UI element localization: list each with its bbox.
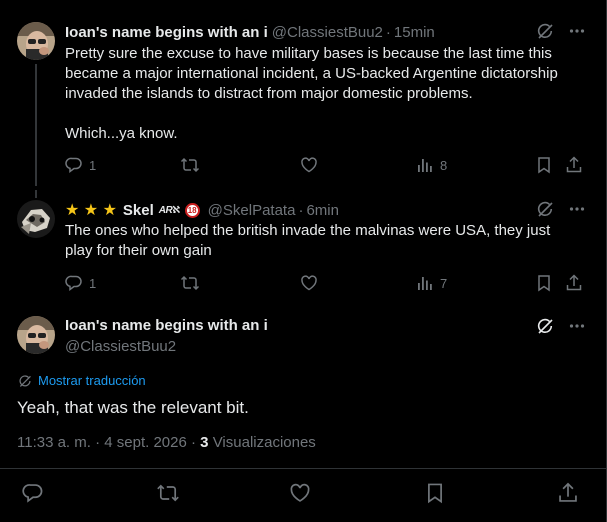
separator: · <box>385 23 391 41</box>
tweet-text-line: Which...ya know. <box>65 125 178 142</box>
conversation-thread: Ioan's name begins with an i @ClassiestB… <box>0 0 607 522</box>
main-tweet-header: Ioan's name begins with an i @ClassiestB… <box>65 316 268 357</box>
reply-tweet-1[interactable]: Ioan's name begins with an i @ClassiestB… <box>0 0 606 190</box>
tweet-top-icons <box>536 22 586 40</box>
bookmark-button[interactable] <box>535 274 553 292</box>
tweet-text-line: The ones who helped the british invade t… <box>65 222 551 239</box>
views-button[interactable]: 7 <box>416 274 447 292</box>
grok-icon[interactable] <box>536 200 554 218</box>
share-button[interactable] <box>565 156 583 174</box>
display-name[interactable]: Ioan's name begins with an i <box>65 24 268 41</box>
like-button[interactable] <box>300 156 318 174</box>
share-icon <box>565 156 583 174</box>
view-count: 8 <box>440 157 448 173</box>
tweet-text: The ones who helped the british invade t… <box>65 221 585 261</box>
share-icon[interactable] <box>557 482 579 504</box>
tweet-actions: 1 8 <box>65 156 585 176</box>
translate-label: Mostrar traducción <box>38 373 146 388</box>
reply-button[interactable]: 1 <box>65 156 96 174</box>
share-button[interactable] <box>565 274 583 292</box>
repost-button[interactable] <box>180 156 200 174</box>
translate-link[interactable]: Mostrar traducción <box>18 373 146 388</box>
like-icon <box>300 274 318 292</box>
reply-icon <box>65 274 83 292</box>
views-label: Visualizaciones <box>212 434 316 451</box>
main-tweet-text: Yeah, that was the relevant bit. <box>17 398 249 417</box>
display-name[interactable]: Skel <box>123 202 154 219</box>
separator: · <box>298 201 304 219</box>
tweet-top-icons <box>536 317 586 335</box>
bookmark-icon <box>535 156 553 174</box>
user-handle[interactable]: @SkelPatata <box>208 202 296 219</box>
avatar[interactable] <box>17 22 55 60</box>
more-icon[interactable] <box>568 22 586 40</box>
more-icon[interactable] <box>568 317 586 335</box>
repost-icon[interactable] <box>156 482 180 504</box>
views-icon <box>416 274 434 292</box>
tweet-text-line: play for their own gain <box>65 242 212 259</box>
bookmark-icon[interactable] <box>424 482 446 504</box>
tweet-timestamp[interactable]: 11:33 a. m. · 4 sept. 2026 · <box>17 434 200 451</box>
like-icon <box>300 156 318 174</box>
grok-icon[interactable] <box>536 317 554 335</box>
more-icon[interactable] <box>568 200 586 218</box>
tweet-header: Ioan's name begins with an i @ClassiestB… <box>65 22 435 42</box>
bookmark-icon <box>535 274 553 292</box>
user-handle[interactable]: @ClassiestBuu2 <box>272 24 383 41</box>
reply-tweet-2[interactable]: ★ ★ ★ Skel ARℵ 18 @SkelPatata · 6min The… <box>0 190 606 308</box>
divider <box>0 468 606 469</box>
views-icon <box>416 156 434 174</box>
bookmark-button[interactable] <box>535 156 553 174</box>
tweet-actions: 1 7 <box>65 274 585 294</box>
tweet-time[interactable]: 15min <box>394 24 435 41</box>
like-button[interactable] <box>300 274 318 292</box>
like-icon[interactable] <box>289 482 311 504</box>
display-name[interactable]: Ioan's name begins with an i <box>65 316 268 336</box>
thread-line <box>35 64 37 186</box>
reply-count: 1 <box>89 157 97 173</box>
reply-icon <box>65 156 83 174</box>
grok-icon[interactable] <box>536 22 554 40</box>
share-icon <box>565 274 583 292</box>
reply-button[interactable]: 1 <box>65 274 96 292</box>
avatar[interactable] <box>17 316 55 354</box>
age-badge: 18 <box>184 202 200 218</box>
tweet-text-line: became a major international incident, a… <box>65 65 558 82</box>
tweet-text-line: Pretty sure the excuse to have military … <box>65 45 552 62</box>
thread-line <box>35 190 37 198</box>
translate-icon <box>18 374 32 388</box>
avatar[interactable] <box>17 200 55 238</box>
name-badge: ARℵ <box>158 204 180 216</box>
tweet-text-line: invaded the islands to distract from maj… <box>65 85 473 102</box>
tweet-time[interactable]: 6min <box>306 202 339 219</box>
name-stars: ★ ★ ★ <box>65 202 117 219</box>
view-count: 7 <box>440 275 448 291</box>
tweet-top-icons <box>536 200 586 218</box>
repost-icon <box>180 274 200 292</box>
main-tweet-actions <box>0 482 606 506</box>
tweet-meta: 11:33 a. m. · 4 sept. 2026 · 3 Visualiza… <box>17 434 316 451</box>
repost-button[interactable] <box>180 274 200 292</box>
tweet-text: Pretty sure the excuse to have military … <box>65 44 585 144</box>
reply-count: 1 <box>89 275 97 291</box>
reply-icon[interactable] <box>22 482 44 504</box>
user-handle[interactable]: @ClassiestBuu2 <box>65 337 268 357</box>
views-button[interactable]: 8 <box>416 156 447 174</box>
tweet-header: ★ ★ ★ Skel ARℵ 18 @SkelPatata · 6min <box>65 200 339 220</box>
view-count: 3 <box>200 434 209 451</box>
repost-icon <box>180 156 200 174</box>
